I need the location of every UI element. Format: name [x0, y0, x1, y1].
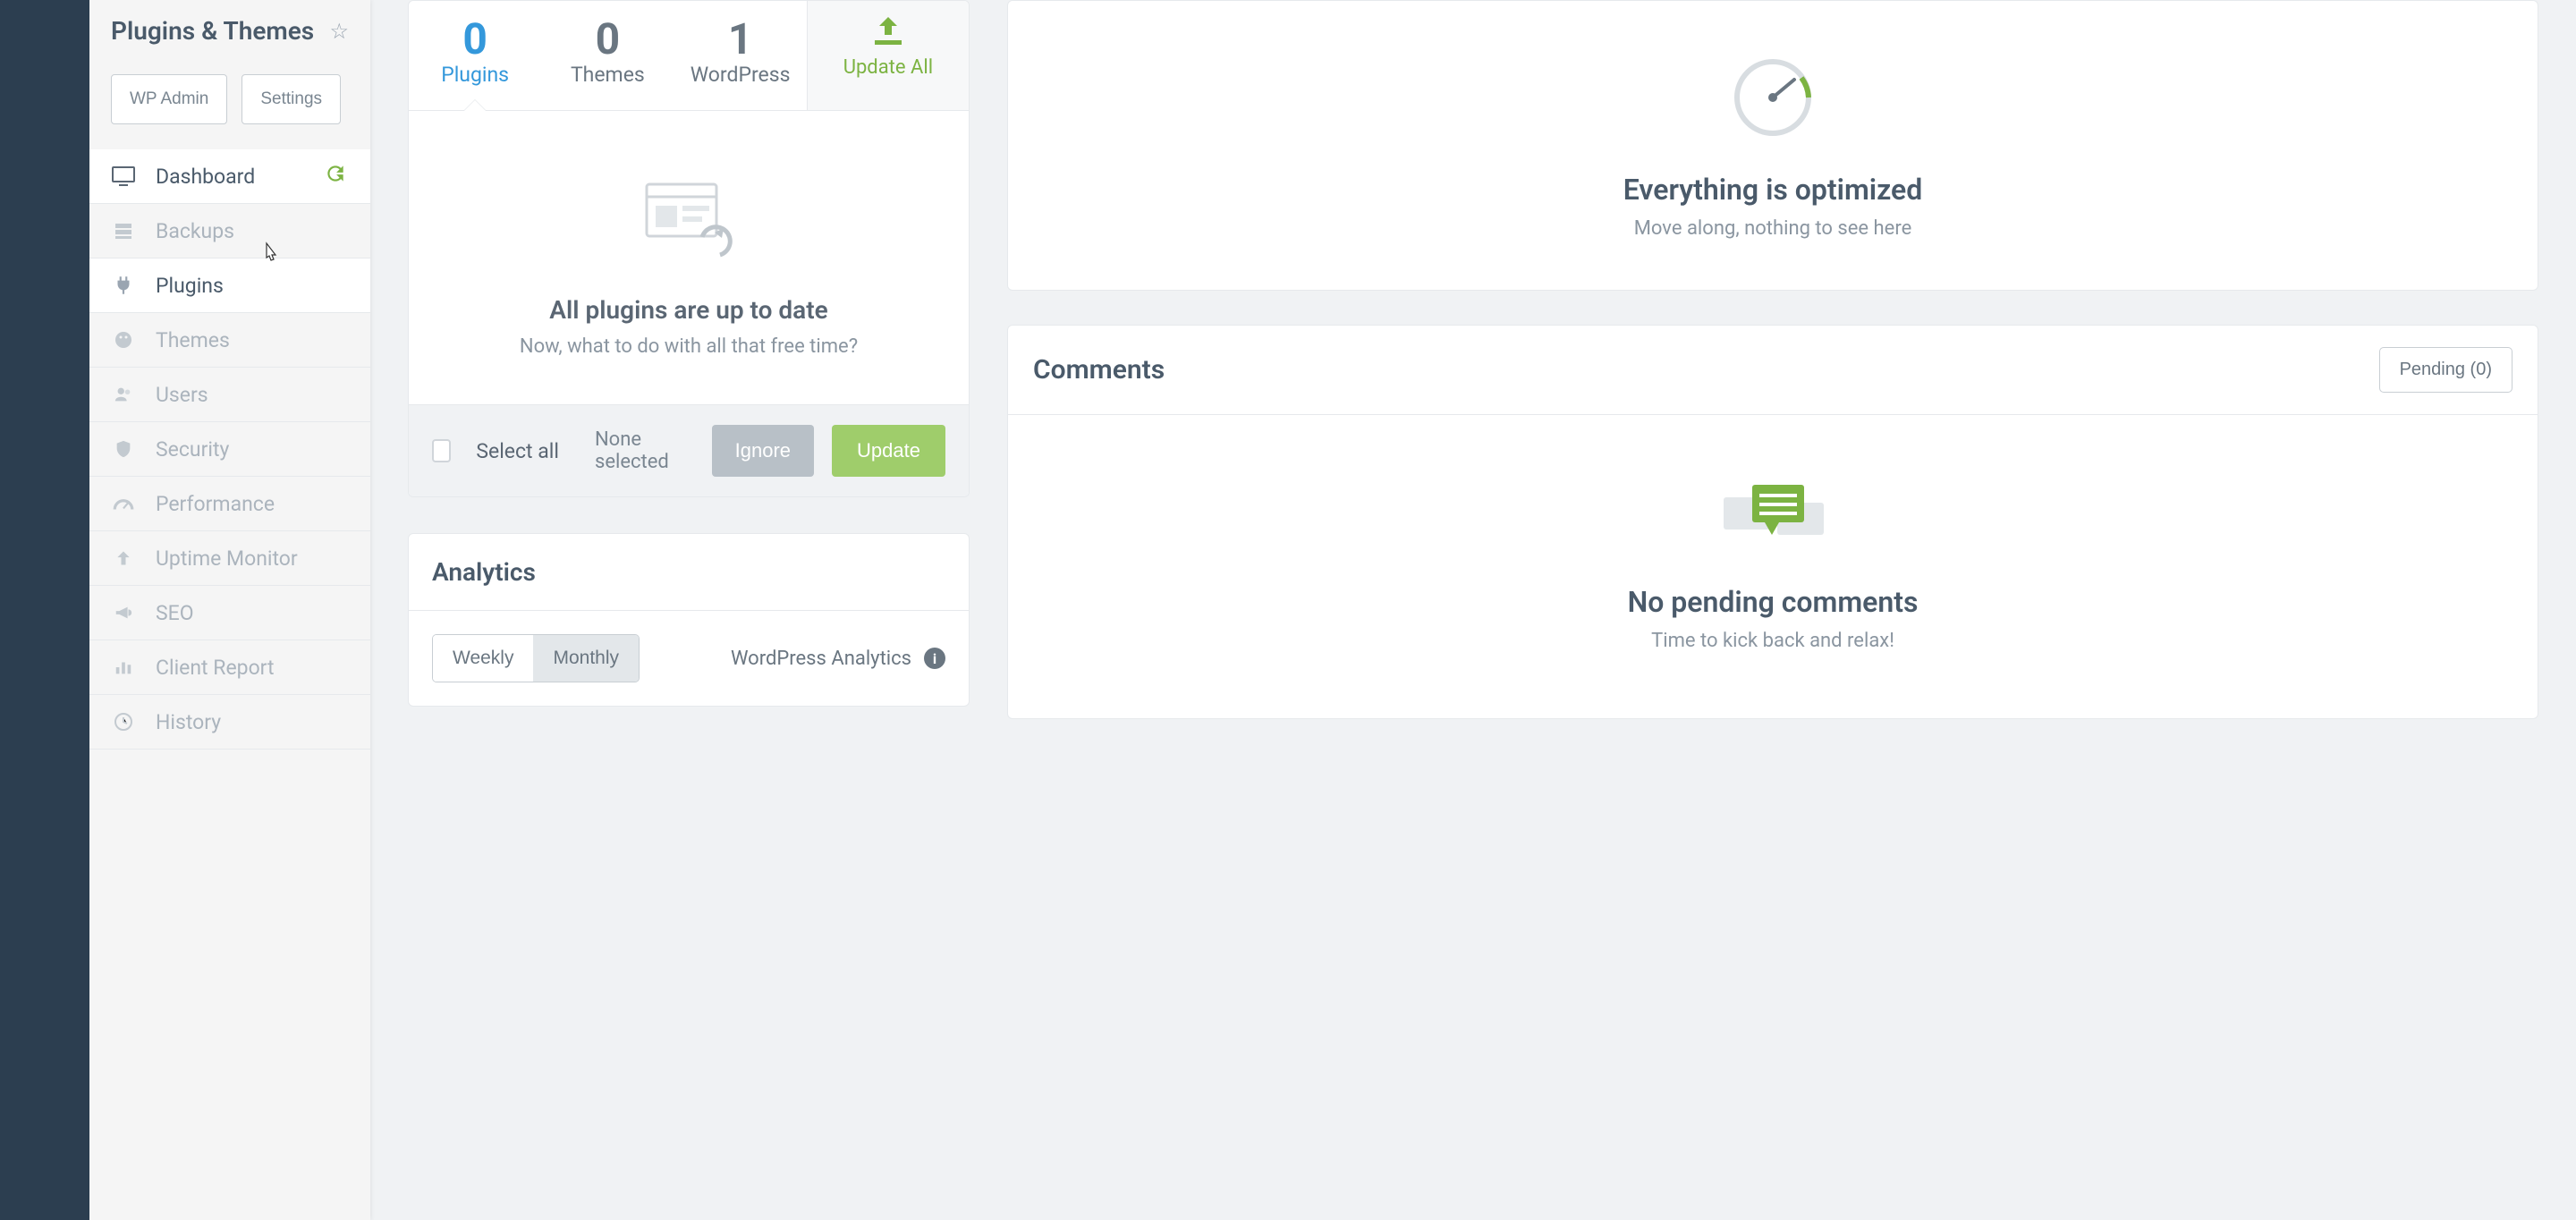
right-column: Everything is optimized Move along, noth… — [1007, 0, 2538, 1220]
nav-label: Performance — [156, 492, 275, 516]
select-all-checkbox[interactable] — [432, 439, 451, 462]
comments-empty-subtitle: Time to kick back and relax! — [1044, 630, 2502, 652]
optimize-subtitle: Move along, nothing to see here — [1044, 217, 2502, 240]
monthly-button[interactable]: Monthly — [533, 635, 639, 682]
nav-label: History — [156, 710, 221, 734]
palette-icon — [111, 327, 136, 352]
users-icon — [111, 382, 136, 407]
themes-label: Themes — [541, 63, 674, 87]
ignore-button[interactable]: Ignore — [712, 425, 814, 477]
database-icon — [111, 218, 136, 243]
settings-button[interactable]: Settings — [242, 74, 341, 124]
sidebar-item-themes[interactable]: Themes — [89, 313, 370, 368]
nav-label: Uptime Monitor — [156, 546, 298, 571]
plug-icon — [111, 273, 136, 298]
chart-icon — [111, 655, 136, 680]
megaphone-icon — [111, 600, 136, 625]
sidebar-item-plugins[interactable]: Plugins — [89, 258, 370, 313]
select-all-label: Select all — [476, 439, 559, 463]
comment-bubble-icon — [1715, 481, 1831, 549]
updates-card: 0 Plugins 0 Themes 1 WordPress Update Al… — [408, 0, 970, 497]
update-button[interactable]: Update — [832, 425, 945, 477]
sidebar-title-row: Plugins & Themes D... ☆ — [111, 16, 349, 46]
shield-icon — [111, 436, 136, 462]
sidebar-item-seo[interactable]: SEO — [89, 586, 370, 640]
plugins-count: 0 — [409, 13, 541, 64]
nav-label: Dashboard — [156, 165, 255, 189]
nav-label: Users — [156, 383, 208, 407]
sidebar-item-users[interactable]: Users — [89, 368, 370, 422]
tab-plugins[interactable]: 0 Plugins — [409, 1, 541, 110]
weekly-button[interactable]: Weekly — [433, 635, 533, 682]
analytics-header: Analytics — [409, 534, 969, 611]
info-icon[interactable]: i — [924, 648, 945, 669]
analytics-card: Analytics Weekly Monthly WordPress Analy… — [408, 533, 970, 707]
nav-label: Client Report — [156, 656, 275, 680]
sidebar-item-dashboard[interactable]: Dashboard — [89, 149, 370, 204]
main-content: 0 Plugins 0 Themes 1 WordPress Update Al… — [370, 0, 2576, 1220]
refresh-icon[interactable] — [324, 162, 347, 191]
center-column: 0 Plugins 0 Themes 1 WordPress Update Al… — [408, 0, 970, 1220]
gauge-icon — [111, 491, 136, 516]
analytics-body: Weekly Monthly WordPress Analytics i — [409, 611, 969, 706]
update-all-label: Update All — [822, 56, 954, 79]
wordpress-count: 1 — [674, 13, 807, 64]
sidebar: Plugins & Themes D... ☆ WP Admin Setting… — [89, 0, 370, 1220]
wp-admin-button[interactable]: WP Admin — [111, 74, 227, 124]
gauge-icon — [1732, 56, 1814, 139]
sidebar-item-performance[interactable]: Performance — [89, 477, 370, 531]
optimize-card: Everything is optimized Move along, noth… — [1007, 0, 2538, 291]
optimize-title: Everything is optimized — [1044, 173, 2502, 207]
updates-footer: Select all None selected Ignore Update — [409, 404, 969, 496]
plugins-label: Plugins — [409, 63, 541, 87]
sidebar-item-security[interactable]: Security — [89, 422, 370, 477]
analytics-source: WordPress Analytics i — [731, 648, 945, 670]
sidebar-item-backups[interactable]: Backups — [89, 204, 370, 258]
nav-label: SEO — [156, 601, 194, 625]
arrow-up-icon — [111, 546, 136, 571]
tab-wordpress[interactable]: 1 WordPress — [674, 1, 807, 110]
update-all-button[interactable]: Update All — [807, 1, 969, 110]
nav-label: Plugins — [156, 274, 224, 298]
sidebar-item-client-report[interactable]: Client Report — [89, 640, 370, 695]
sidebar-buttons: WP Admin Settings — [111, 74, 349, 124]
comments-card: Comments Pending (0) No pending comments… — [1007, 325, 2538, 719]
favorite-star-icon[interactable]: ☆ — [329, 19, 349, 44]
empty-subtitle: Now, what to do with all that free time? — [445, 335, 933, 358]
comments-body: No pending comments Time to kick back an… — [1008, 415, 2538, 718]
comments-header: Comments Pending (0) — [1008, 326, 2538, 415]
wordpress-label: WordPress — [674, 63, 807, 87]
sidebar-nav: Dashboard Backups Plugins Themes — [89, 149, 370, 750]
nav-label: Security — [156, 437, 229, 462]
upload-icon — [869, 15, 907, 47]
period-segmented: Weekly Monthly — [432, 634, 640, 682]
analytics-source-label: WordPress Analytics — [731, 648, 911, 670]
sidebar-item-history[interactable]: History — [89, 695, 370, 750]
empty-title: All plugins are up to date — [445, 295, 933, 325]
sidebar-header: Plugins & Themes D... ☆ WP Admin Setting… — [89, 0, 370, 149]
clock-icon — [111, 709, 136, 734]
themes-count: 0 — [541, 13, 674, 64]
empty-plugins-icon — [640, 179, 738, 259]
nav-label: Themes — [156, 328, 230, 352]
selection-status: None selected — [595, 428, 694, 473]
comments-empty-title: No pending comments — [1044, 585, 2502, 619]
monitor-icon — [111, 164, 136, 189]
updates-empty-state: All plugins are up to date Now, what to … — [409, 111, 969, 404]
analytics-title: Analytics — [432, 557, 945, 587]
updates-tabs: 0 Plugins 0 Themes 1 WordPress Update Al… — [409, 1, 969, 111]
nav-label: Backups — [156, 219, 234, 243]
app-nav-strip — [0, 0, 89, 1220]
tab-themes[interactable]: 0 Themes — [541, 1, 674, 110]
sidebar-item-uptime[interactable]: Uptime Monitor — [89, 531, 370, 586]
pending-filter-button[interactable]: Pending (0) — [2379, 347, 2512, 393]
site-title: Plugins & Themes D... — [111, 16, 322, 46]
comments-title: Comments — [1033, 354, 1165, 385]
